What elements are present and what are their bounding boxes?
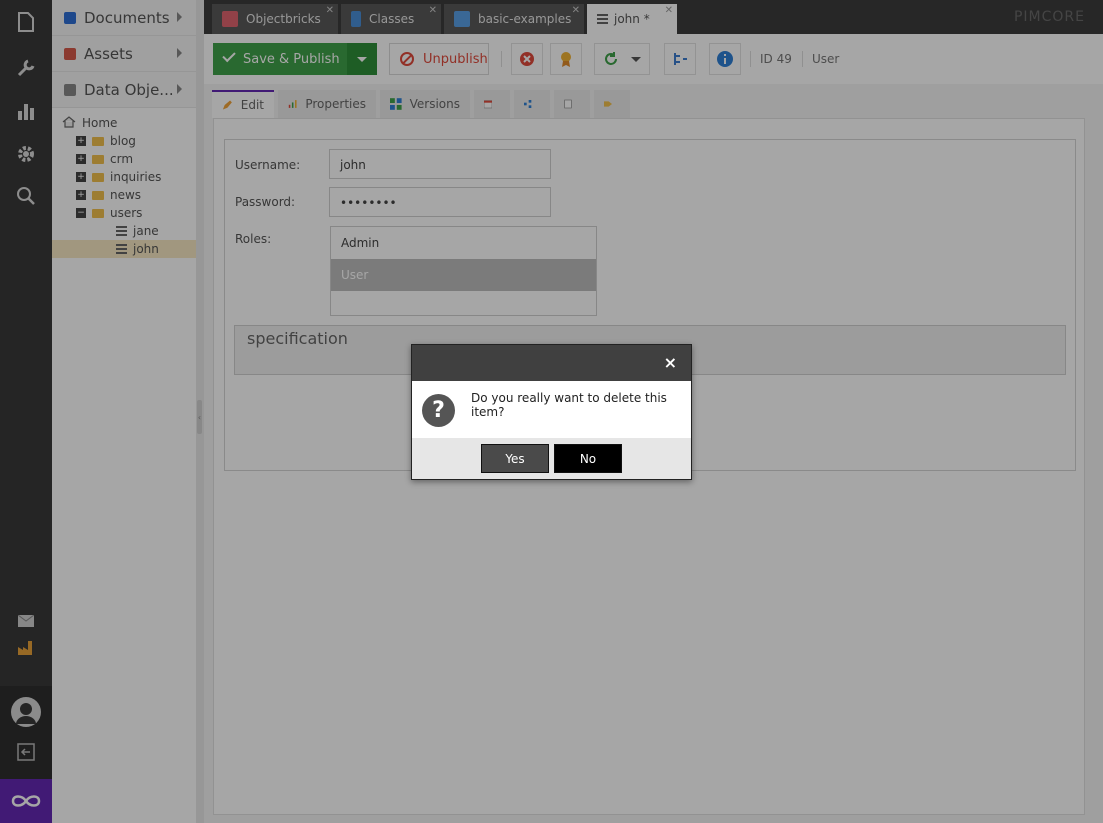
no-button[interactable]: No — [554, 444, 622, 473]
dialog-body: ? Do you really want to delete this item… — [412, 381, 691, 438]
question-icon: ? — [422, 394, 455, 427]
dialog-header: × — [412, 345, 691, 381]
close-icon[interactable]: × — [664, 353, 677, 372]
dialog-footer: Yes No — [412, 438, 691, 479]
dialog-message: Do you really want to delete this item? — [471, 391, 667, 419]
delete-confirm-dialog: × ? Do you really want to delete this it… — [411, 344, 692, 480]
yes-button[interactable]: Yes — [481, 444, 549, 473]
